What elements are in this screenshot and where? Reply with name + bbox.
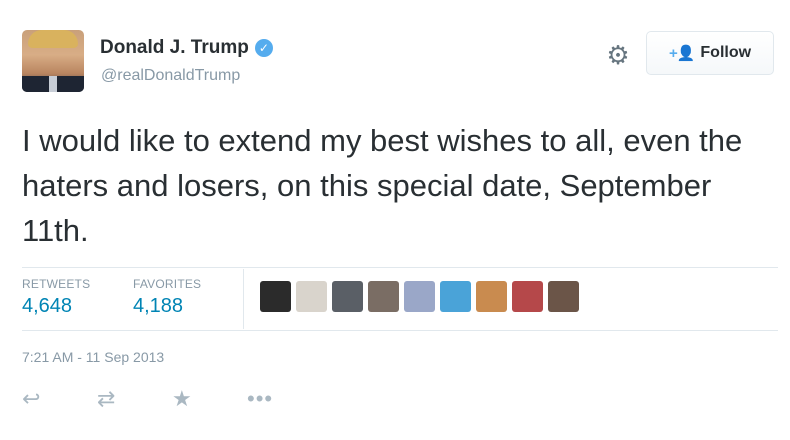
reply-icon[interactable]: ↩: [22, 386, 97, 412]
favoriter-avatar[interactable]: [332, 281, 363, 312]
tweet-text: I would like to extend my best wishes to…: [22, 123, 743, 248]
favorites-count: 4,188: [133, 295, 184, 317]
avatar-tie: [49, 76, 57, 92]
add-user-icon: +👤: [668, 45, 695, 62]
retweets-stat[interactable]: RETWEETS 4,648: [22, 277, 90, 318]
retweets-label: RETWEETS: [22, 277, 91, 291]
favoriter-avatar[interactable]: [548, 281, 579, 312]
verified-badge-icon: ✓: [254, 39, 273, 57]
tweet-actions: ↩ ⇄ ★ •••: [22, 386, 322, 412]
favoriter-avatar[interactable]: [476, 281, 507, 312]
user-fullname[interactable]: Donald J. Trump: [100, 37, 249, 59]
favoriter-avatar[interactable]: [404, 281, 435, 312]
favoriter-avatar[interactable]: [260, 281, 291, 312]
more-icon[interactable]: •••: [247, 386, 322, 412]
user-name-row: Donald J. Trump ✓: [100, 37, 273, 59]
favoriter-avatars: [260, 281, 579, 312]
favorites-stat[interactable]: FAVORITES 4,188: [133, 277, 201, 318]
profile-avatar[interactable]: [22, 30, 84, 92]
stats-vertical-divider: [243, 269, 244, 329]
follow-button[interactable]: +👤 Follow: [646, 31, 774, 75]
retweets-count: 4,648: [22, 295, 73, 317]
stats-bottom-divider: [22, 330, 778, 331]
favorites-label: FAVORITES: [133, 277, 202, 291]
tweet-timestamp[interactable]: 7:21 AM - 11 Sep 2013: [22, 349, 164, 365]
favoriter-avatar[interactable]: [440, 281, 471, 312]
retweet-icon[interactable]: ⇄: [97, 386, 172, 412]
avatar-hair: [28, 30, 78, 48]
favoriter-avatar[interactable]: [368, 281, 399, 312]
follow-button-label: Follow: [700, 44, 752, 61]
stats-top-divider: [22, 267, 778, 268]
gear-icon[interactable]: ⚙: [603, 40, 633, 70]
user-handle[interactable]: @realDonaldTrump: [101, 67, 240, 85]
star-icon[interactable]: ★: [172, 386, 247, 412]
favoriter-avatar[interactable]: [512, 281, 543, 312]
favoriter-avatar[interactable]: [296, 281, 327, 312]
